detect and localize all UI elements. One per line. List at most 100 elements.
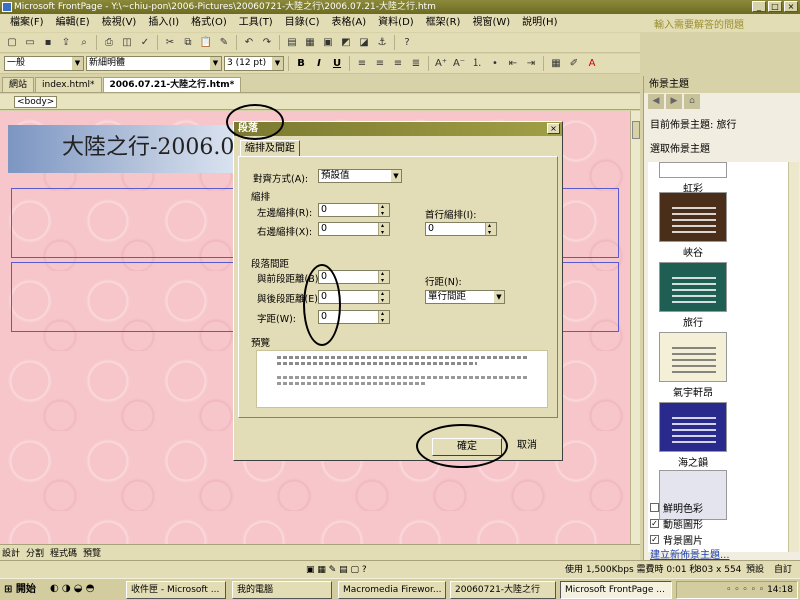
help-question-input[interactable]: 輸入需要解答的問題 — [654, 16, 794, 31]
menu-help[interactable]: 說明(H) — [516, 14, 563, 32]
tab-website[interactable]: 網站 — [2, 77, 35, 92]
menu-tools[interactable]: 工具(T) — [233, 14, 279, 32]
decrease-indent-icon[interactable]: ⇤ — [505, 56, 521, 71]
menu-directory[interactable]: 目錄(C) — [279, 14, 326, 32]
theme-list[interactable]: 虹彩 峽谷 旅行 氣宇軒昂 海之韻 — [648, 162, 788, 552]
font-select[interactable]: 新細明體 ▼ — [86, 56, 222, 71]
minimize-button[interactable]: _ — [752, 1, 766, 12]
open-icon[interactable]: ▭ — [22, 35, 38, 50]
taskbar-button-folder[interactable]: 20060721-大陸之行 — [450, 581, 556, 599]
page-dimensions[interactable]: 803 x 554 — [696, 563, 741, 577]
right-indent-spinner[interactable]: 0 — [318, 220, 390, 239]
menu-view[interactable]: 檢視(V) — [96, 14, 143, 32]
active-graphics-checkbox[interactable]: ✓ — [650, 519, 659, 528]
menu-frames[interactable]: 框架(R) — [420, 14, 467, 32]
option-background-picture[interactable]: ✓ 背景圖片 — [650, 532, 703, 547]
theme-item[interactable]: 海之韻 — [656, 402, 730, 469]
menu-edit[interactable]: 編輯(E) — [50, 14, 96, 32]
menu-window[interactable]: 視窗(W) — [466, 14, 516, 32]
justify-icon[interactable]: ≣ — [408, 56, 424, 71]
taskbar-button-fireworks[interactable]: Macromedia Firewor... — [338, 581, 446, 599]
theme-item[interactable]: 氣宇軒昂 — [656, 332, 730, 399]
background-picture-checkbox[interactable]: ✓ — [650, 535, 659, 544]
drawing-icon[interactable]: ◩ — [338, 35, 354, 50]
view-tab-code[interactable]: 程式碼 — [50, 546, 77, 559]
alignment-select[interactable]: 預設值 ▼ — [318, 169, 402, 183]
bullets-icon[interactable]: • — [487, 56, 503, 71]
editor-vertical-scrollbar[interactable] — [630, 111, 640, 544]
home-icon[interactable]: ⌂ — [684, 94, 700, 109]
theme-item[interactable]: 虹彩 — [656, 162, 730, 195]
paste-icon[interactable]: 📋 — [198, 35, 214, 50]
insert-picture-icon[interactable]: ▣ — [320, 35, 336, 50]
format-painter-icon[interactable]: ✎ — [216, 35, 232, 50]
view-tab-split[interactable]: 分割 — [26, 546, 44, 559]
create-new-theme-link[interactable]: 建立新佈景主題... — [650, 546, 730, 561]
save-icon[interactable]: ▪ — [40, 35, 56, 50]
font-size-select[interactable]: 3 (12 pt) ▼ — [224, 56, 284, 71]
numbering-icon[interactable]: ⒈ — [469, 56, 485, 71]
tab-indent-spacing[interactable]: 縮排及間距 — [240, 140, 300, 156]
help-icon[interactable]: ? — [399, 35, 415, 50]
menu-data[interactable]: 資料(D) — [372, 14, 420, 32]
highlight-icon[interactable]: ✐ — [566, 56, 582, 71]
print-preview-icon[interactable]: ◫ — [119, 35, 135, 50]
theme-list-scrollbar[interactable] — [788, 162, 799, 552]
quick-launch-icons[interactable]: ◐ ◑ ◒ ◓ — [50, 583, 94, 594]
space-before-spinner[interactable]: 0 — [318, 268, 390, 287]
insert-layer-icon[interactable]: ▤ — [284, 35, 300, 50]
theme-item[interactable]: 峽谷 — [656, 192, 730, 259]
first-line-indent-spinner[interactable]: 0 — [425, 220, 497, 239]
tab-current-page[interactable]: 2006.07.21-大陸之行.htm* — [102, 77, 242, 92]
tray-icons[interactable]: ◦ ◦ ◦ ◦ ◦ — [726, 585, 764, 595]
increase-font-icon[interactable]: A⁺ — [433, 56, 449, 71]
style-select[interactable]: 一般 ▼ — [4, 56, 84, 71]
word-spacing-spinner[interactable]: 0 — [318, 308, 390, 327]
publish-icon[interactable]: ⇪ — [58, 35, 74, 50]
start-button[interactable]: ⊞ 開始 — [2, 581, 42, 599]
redo-icon[interactable]: ↷ — [259, 35, 275, 50]
underline-button[interactable]: U — [329, 56, 345, 71]
view-tab-design[interactable]: 設計 — [2, 546, 20, 559]
align-right-icon[interactable]: ≡ — [390, 56, 406, 71]
borders-icon[interactable]: ▦ — [548, 56, 564, 71]
vivid-colors-checkbox[interactable] — [650, 503, 659, 512]
search-icon[interactable]: ⌕ — [76, 35, 92, 50]
font-color-icon[interactable]: A — [584, 56, 600, 71]
menu-file[interactable]: 檔案(F) — [4, 14, 50, 32]
print-icon[interactable]: ⎙ — [101, 35, 117, 50]
spelling-icon[interactable]: ✓ — [137, 35, 153, 50]
tab-index-html[interactable]: index.html* — [35, 77, 102, 92]
left-indent-spinner[interactable]: 0 — [318, 201, 390, 220]
forward-icon[interactable]: ▶ — [666, 94, 682, 109]
menu-format[interactable]: 格式(O) — [185, 14, 233, 32]
insert-table-icon[interactable]: ▦ — [302, 35, 318, 50]
new-page-icon[interactable]: ▢ — [4, 35, 20, 50]
hyperlink-icon[interactable]: ⚓ — [374, 35, 390, 50]
align-left-icon[interactable]: ≡ — [354, 56, 370, 71]
theme-item[interactable]: 旅行 — [656, 262, 730, 329]
cut-icon[interactable]: ✂ — [162, 35, 178, 50]
option-active-graphics[interactable]: ✓ 動態圖形 — [650, 516, 703, 531]
increase-indent-icon[interactable]: ⇥ — [523, 56, 539, 71]
back-icon[interactable]: ◀ — [648, 94, 664, 109]
body-tag[interactable]: <body> — [14, 96, 58, 108]
line-spacing-select[interactable]: 單行間距 ▼ — [425, 290, 505, 304]
view-tab-preview[interactable]: 預覽 — [83, 546, 101, 559]
copy-icon[interactable]: ⧉ — [180, 35, 196, 50]
taskbar-button-inbox[interactable]: 收件匣 - Microsoft ... — [126, 581, 226, 599]
bold-button[interactable]: B — [293, 56, 309, 71]
close-window-button[interactable]: × — [784, 1, 798, 12]
taskbar-button-my-computer[interactable]: 我的電腦 — [232, 581, 332, 599]
italic-button[interactable]: I — [311, 56, 327, 71]
maximize-button[interactable]: □ — [768, 1, 782, 12]
cancel-button[interactable]: 取消 — [492, 438, 562, 456]
decrease-font-icon[interactable]: A⁻ — [451, 56, 467, 71]
menu-insert[interactable]: 插入(I) — [142, 14, 185, 32]
taskbar-button-frontpage[interactable]: Microsoft FrontPage ... — [560, 581, 672, 599]
menu-table[interactable]: 表格(A) — [326, 14, 373, 32]
web-component-icon[interactable]: ◪ — [356, 35, 372, 50]
undo-icon[interactable]: ↶ — [241, 35, 257, 50]
align-center-icon[interactable]: ≡ — [372, 56, 388, 71]
space-after-spinner[interactable]: 0 — [318, 288, 390, 307]
